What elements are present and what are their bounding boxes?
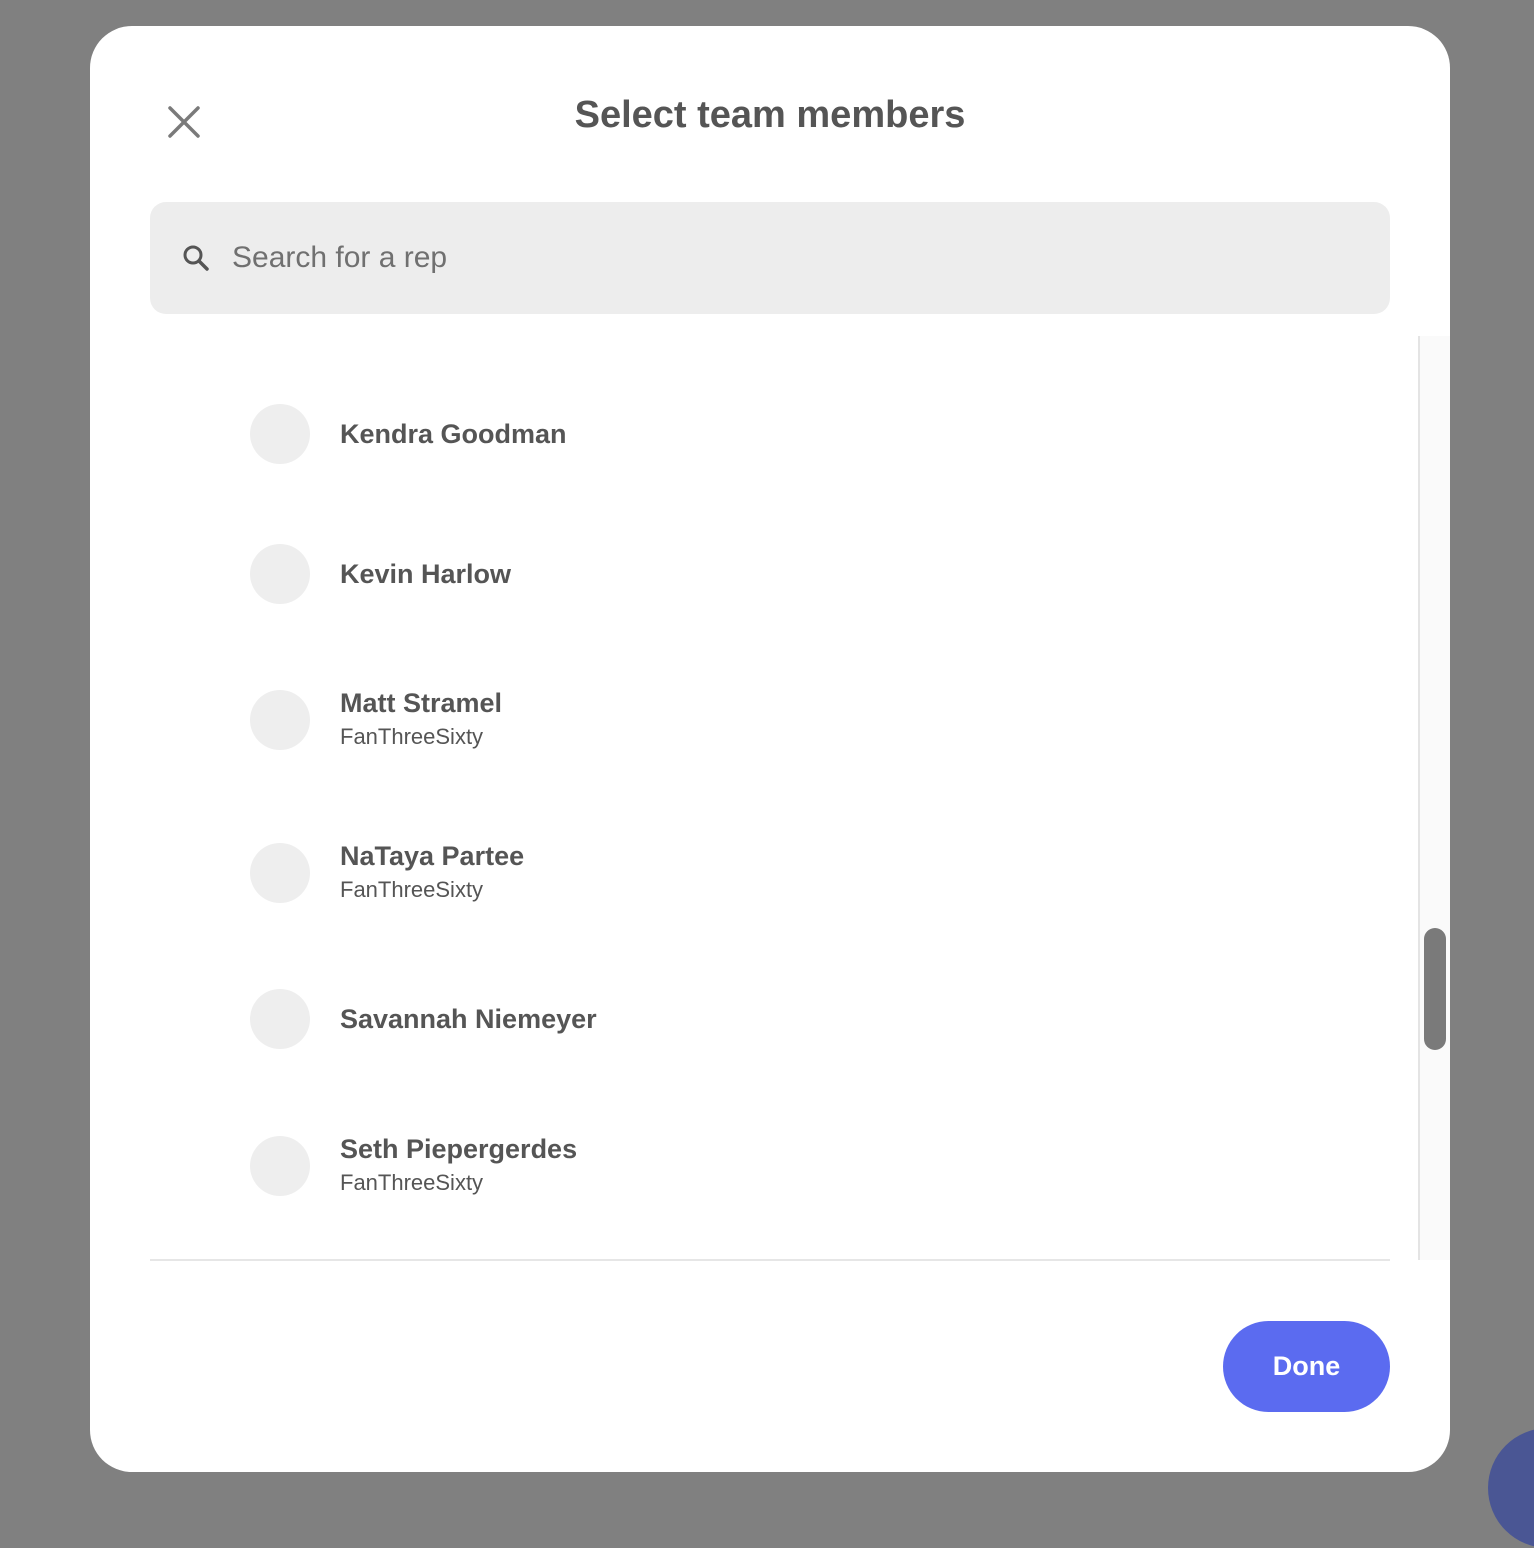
avatar [250, 690, 310, 750]
list-item[interactable]: Kevin Harlow [250, 534, 1350, 614]
select-team-members-modal: Select team members Kendra Goodman Kevin… [90, 26, 1450, 1472]
member-name: NaTaya Partee [340, 841, 525, 871]
avatar [250, 843, 310, 903]
scrollbar-thumb[interactable] [1424, 928, 1446, 1050]
done-button[interactable]: Done [1223, 1321, 1390, 1412]
search-input[interactable] [232, 228, 1390, 288]
list-item[interactable]: NaTaya Partee FanThreeSixty [250, 833, 1350, 913]
list-item[interactable]: Seth Piepergerdes FanThreeSixty [250, 1126, 1350, 1206]
avatar [250, 544, 310, 604]
member-organization: FanThreeSixty [340, 1170, 484, 1195]
member-list[interactable]: Kendra Goodman Kevin Harlow Matt Stramel… [150, 336, 1390, 1260]
avatar [250, 989, 310, 1049]
list-item[interactable]: Savannah Niemeyer [250, 979, 1350, 1059]
member-name: Kevin Harlow [340, 559, 512, 589]
member-name: Matt Stramel [340, 688, 503, 718]
list-item[interactable]: Matt Stramel FanThreeSixty [250, 680, 1350, 760]
member-organization: FanThreeSixty [340, 724, 484, 749]
background-floating-button [1488, 1428, 1534, 1548]
search-icon [182, 243, 212, 273]
list-item[interactable]: Kendra Goodman [250, 394, 1350, 474]
modal-title: Select team members [574, 94, 966, 136]
avatar [250, 1136, 310, 1196]
search-box[interactable] [150, 202, 1390, 314]
member-name: Kendra Goodman [340, 419, 567, 449]
footer-divider [150, 1259, 1390, 1261]
member-organization: FanThreeSixty [340, 877, 484, 902]
scrollbar-track[interactable] [1418, 336, 1450, 1260]
avatar [250, 404, 310, 464]
member-name: Savannah Niemeyer [340, 1004, 597, 1034]
member-name: Seth Piepergerdes [340, 1134, 578, 1164]
